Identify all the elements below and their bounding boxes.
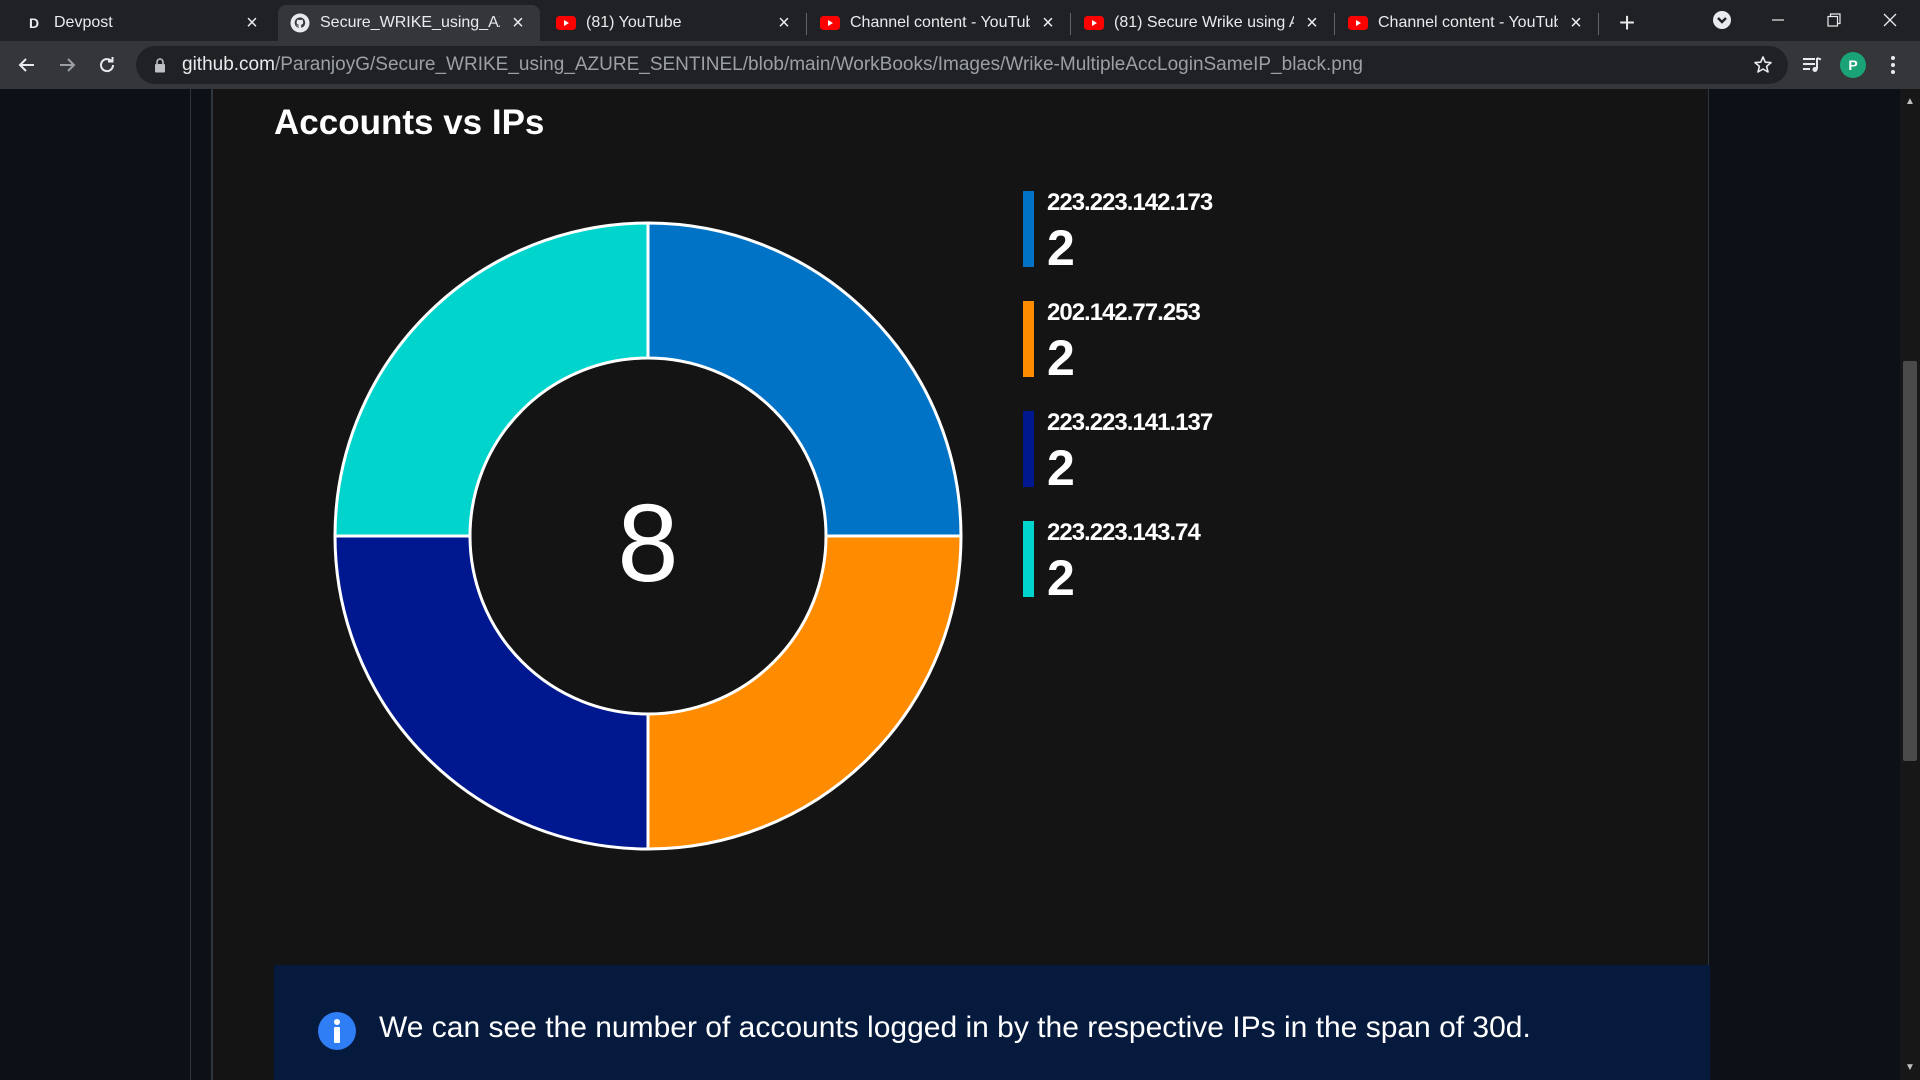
chart-title: Accounts vs IPs [274, 103, 545, 142]
close-icon[interactable]: × [1038, 12, 1058, 34]
chevron-down-icon [1713, 11, 1731, 29]
tab-divider [1070, 13, 1071, 35]
tab-title: Secure_WRIKE_using_AZURE_SENTINEL [320, 14, 500, 31]
info-icon [318, 1012, 356, 1050]
media-control-button[interactable] [1795, 48, 1829, 82]
close-icon[interactable]: × [774, 12, 794, 34]
legend-value: 2 [1047, 550, 1075, 606]
address-bar[interactable]: github.com/ParanjoyG/Secure_WRIKE_using_… [136, 46, 1788, 84]
new-tab-button[interactable]: + [1612, 7, 1642, 38]
legend-swatch [1023, 521, 1034, 597]
donut-slice [646, 221, 963, 538]
youtube-icon [1084, 13, 1104, 33]
github-icon [290, 13, 310, 33]
kebab-menu-icon [1891, 56, 1895, 74]
avatar: P [1840, 52, 1866, 78]
forward-button[interactable] [50, 48, 84, 82]
reload-button[interactable] [90, 48, 124, 82]
tab-github[interactable]: Secure_WRIKE_using_AZURE_SENTINEL × [278, 5, 540, 41]
tab-secure-wrike-video[interactable]: (81) Secure Wrike using Azure × [1072, 5, 1334, 41]
url-path: /ParanjoyG/Secure_WRIKE_using_AZURE_SENT… [274, 54, 1363, 75]
legend-label: 202.142.77.253 [1047, 299, 1201, 326]
tab-devpost[interactable]: D Devpost × [12, 5, 274, 41]
back-button[interactable] [10, 48, 44, 82]
donut-slice [646, 534, 963, 851]
info-text: We can see the number of accounts logged… [379, 1011, 1531, 1044]
devpost-icon: D [24, 13, 44, 33]
scroll-down-icon[interactable]: ▼ [1904, 1061, 1916, 1073]
donut-slice [333, 534, 650, 851]
legend-swatch [1023, 411, 1034, 487]
close-window-button[interactable] [1862, 0, 1918, 40]
arrow-right-icon [60, 58, 76, 72]
bookmark-button[interactable] [1752, 54, 1774, 76]
legend-swatch [1023, 191, 1034, 267]
image-viewer: Accounts vs IPs 8 223.223.142.173 2 202.… [211, 89, 1710, 1080]
tab-channel-content[interactable]: Channel content - YouTube × [808, 5, 1070, 41]
donut-slice [333, 221, 650, 538]
tab-divider [1334, 13, 1335, 35]
tab-channel-content-2[interactable]: Channel content - YouTube × [1336, 5, 1598, 41]
scroll-thumb[interactable] [1903, 361, 1917, 761]
tab-title: Devpost [54, 14, 113, 31]
close-icon[interactable]: × [1302, 12, 1322, 34]
minimize-button[interactable] [1750, 0, 1806, 40]
profile-button[interactable]: P [1836, 48, 1870, 82]
scrollbar[interactable]: ▲ ▼ [1900, 89, 1920, 1080]
tab-strip: D Devpost × Secure_WRIKE_using_AZURE_SEN… [0, 0, 1920, 41]
legend-value: 2 [1047, 330, 1075, 386]
legend-value: 2 [1047, 220, 1075, 276]
close-icon [1883, 13, 1897, 27]
donut-total-value: 8 [617, 482, 678, 605]
url-text: github.com/ParanjoyG/Secure_WRIKE_using_… [182, 54, 1363, 76]
arrow-left-icon [18, 58, 34, 72]
legend-label: 223.223.142.173 [1047, 189, 1213, 216]
close-icon[interactable]: × [508, 12, 528, 34]
legend-value: 2 [1047, 440, 1075, 496]
info-banner: We can see the number of accounts logged… [274, 965, 1710, 1080]
close-icon[interactable]: × [242, 12, 262, 34]
tab-title: (81) YouTube [586, 14, 682, 31]
legend-swatch [1023, 301, 1034, 377]
tab-title: Channel content - YouTube [1378, 14, 1558, 31]
legend-label: 223.223.141.137 [1047, 409, 1213, 436]
tab-search-button[interactable] [1694, 0, 1750, 40]
tab-title: (81) Secure Wrike using Azure [1114, 14, 1294, 31]
page-content: Accounts vs IPs 8 223.223.142.173 2 202.… [0, 89, 1900, 1080]
minimize-icon [1772, 19, 1784, 21]
youtube-icon [556, 13, 576, 33]
menu-button[interactable] [1876, 48, 1910, 82]
star-icon [1754, 56, 1772, 73]
url-host: github.com [182, 54, 275, 75]
legend-label: 223.223.143.74 [1047, 519, 1201, 546]
reload-icon [100, 57, 115, 73]
tab-divider [806, 13, 807, 35]
browser-toolbar: github.com/ParanjoyG/Secure_WRIKE_using_… [0, 41, 1920, 89]
tab-youtube[interactable]: (81) YouTube × [544, 5, 806, 41]
lock-icon [152, 57, 168, 73]
restore-button[interactable] [1806, 0, 1862, 40]
donut-chart: 8 [333, 221, 963, 851]
divider [190, 89, 191, 1080]
close-icon[interactable]: × [1566, 12, 1586, 34]
youtube-icon [820, 13, 840, 33]
tab-title: Channel content - YouTube [850, 14, 1030, 31]
restore-icon [1827, 13, 1841, 27]
scroll-up-icon[interactable]: ▲ [1904, 95, 1916, 107]
tab-divider [1598, 13, 1599, 35]
youtube-icon [1348, 13, 1368, 33]
svg-text:D: D [29, 15, 39, 31]
playlist-icon [1803, 57, 1822, 72]
